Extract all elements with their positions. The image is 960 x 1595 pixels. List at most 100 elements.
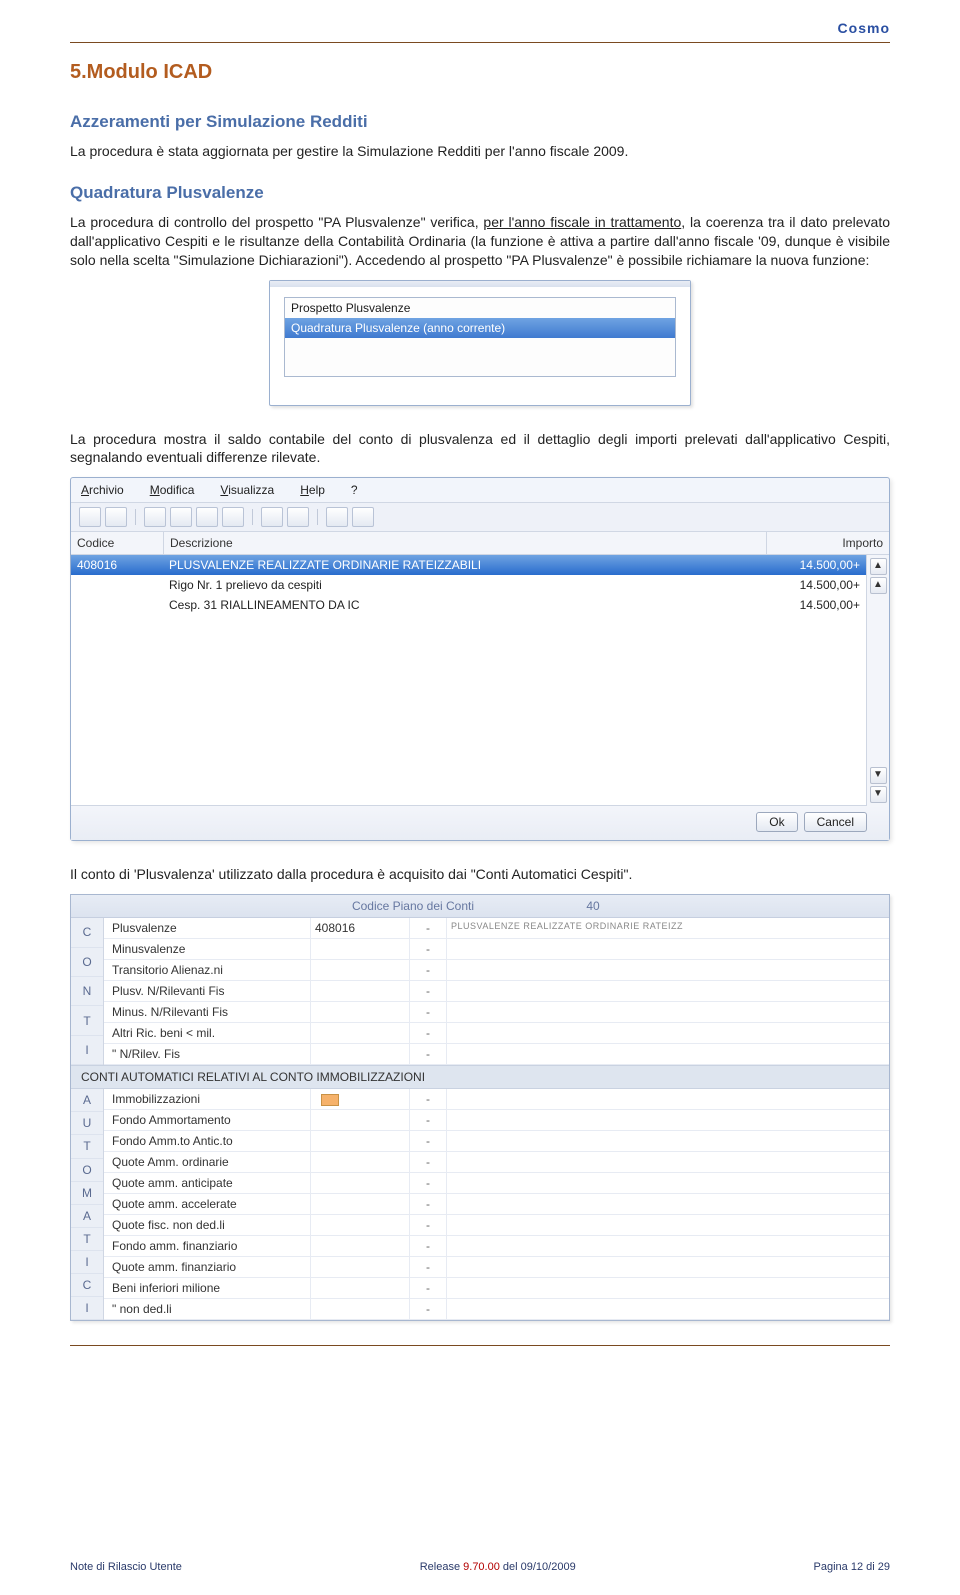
grid-row-selected[interactable]: 408016 PLUSVALENZE REALIZZATE ORDINARIE … [71, 555, 866, 575]
side-letter: T [71, 1006, 103, 1035]
row-name: Quote fisc. non ded.li [104, 1215, 310, 1235]
tb-btn-10[interactable] [352, 507, 374, 527]
row-desc [446, 1236, 889, 1256]
side-letter: O [71, 948, 103, 977]
table-row[interactable]: Fondo amm. finanziario- [104, 1236, 889, 1257]
tb-btn-2[interactable] [105, 507, 127, 527]
table-row[interactable]: Quote amm. accelerate- [104, 1194, 889, 1215]
row-desc [446, 960, 889, 980]
side-letter: N [71, 977, 103, 1006]
table-row[interactable]: Quote fisc. non ded.li- [104, 1215, 889, 1236]
cell-desc: PLUSVALENZE REALIZZATE ORDINARIE RATEIZZ… [163, 555, 768, 575]
hdr-codice[interactable]: Codice [71, 532, 164, 554]
fig1-item-quadratura-selected[interactable]: Quadratura Plusvalenze (anno corrente) [285, 318, 675, 338]
row-code [310, 1089, 409, 1109]
row-code [310, 1131, 409, 1151]
tb-btn-8[interactable] [287, 507, 309, 527]
footer-release-date: del 09/10/2009 [500, 1561, 576, 1573]
tb-btn-7[interactable] [261, 507, 283, 527]
row-dash: - [409, 1173, 446, 1193]
bottom-divider [70, 1345, 890, 1346]
row-code [310, 981, 409, 1001]
cell-desc: Cesp. 31 RIALLINEAMENTO DA IC [163, 595, 768, 615]
fig3-leftcol-automatici: AUTOMATICI [71, 1089, 104, 1320]
row-desc [446, 939, 889, 959]
ok-button[interactable]: Ok [756, 812, 797, 832]
swatch-icon [321, 1094, 339, 1106]
tb-btn-1[interactable] [79, 507, 101, 527]
menu-modifica[interactable]: ModificaModifica [150, 483, 195, 497]
row-code [310, 960, 409, 980]
footer-left: Note di Rilascio Utente [70, 1561, 182, 1573]
subheading-quadratura: Quadratura Plusvalenze [70, 183, 890, 203]
row-desc [446, 1110, 889, 1130]
tb-sep3 [317, 509, 318, 525]
tb-btn-3[interactable] [144, 507, 166, 527]
table-row[interactable]: Quote amm. finanziario- [104, 1257, 889, 1278]
menu-visualizza[interactable]: VisualizzaVisualizza [220, 483, 274, 497]
table-row[interactable]: " non ded.li- [104, 1299, 889, 1320]
body-q-underline: per l'anno fiscale in trattamento [483, 214, 681, 230]
row-code [310, 1278, 409, 1298]
fig1-item-prospetto[interactable]: Prospetto Plusvalenze [285, 298, 675, 318]
menu-archivio[interactable]: AArchiviorchivio [81, 483, 124, 497]
fig3-leftcol-conti: CONTI [71, 918, 104, 1065]
tb-sep2 [252, 509, 253, 525]
tb-btn-9[interactable] [326, 507, 348, 527]
scroll-down-icon[interactable]: ▼ [870, 767, 887, 784]
row-dash: - [409, 981, 446, 1001]
row-name: Quote amm. anticipate [104, 1173, 310, 1193]
scroll-bottom-icon[interactable]: ▼ [870, 786, 887, 803]
hdr-descrizione[interactable]: Descrizione [164, 532, 767, 554]
tb-btn-5[interactable] [196, 507, 218, 527]
fig-grid-window: AArchiviorchivio ModificaModifica Visual… [70, 477, 890, 841]
table-row[interactable]: Plusvalenze408016-PLUSVALENZE REALIZZATE… [104, 918, 889, 939]
row-name: Fondo Ammortamento [104, 1110, 310, 1130]
row-name: Plusvalenze [104, 918, 310, 938]
row-desc [446, 1278, 889, 1298]
side-letter: A [71, 1205, 103, 1228]
row-dash: - [409, 1002, 446, 1022]
side-letter: C [71, 1274, 103, 1297]
table-row[interactable]: Fondo Amm.to Antic.to- [104, 1131, 889, 1152]
table-row[interactable]: Minus. N/Rilevanti Fis- [104, 1002, 889, 1023]
table-row[interactable]: Altri Ric. beni < mil.- [104, 1023, 889, 1044]
row-name: Quote amm. accelerate [104, 1194, 310, 1214]
table-row[interactable]: Transitorio Alienaz.ni- [104, 960, 889, 981]
table-row[interactable]: Minusvalenze- [104, 939, 889, 960]
scroll-up-icon[interactable]: ▲ [870, 577, 887, 594]
grid-row[interactable]: Rigo Nr. 1 prelievo da cespiti 14.500,00… [71, 575, 866, 595]
row-dash: - [409, 1236, 446, 1256]
menu-question[interactable]: ? [351, 483, 358, 497]
hdr-importo[interactable]: Importo [767, 532, 889, 554]
fig3-caption-header: Codice Piano dei Conti 40 [71, 895, 889, 918]
table-row[interactable]: Plusv. N/Rilevanti Fis- [104, 981, 889, 1002]
scroll-top-icon[interactable]: ▲ [870, 558, 887, 575]
row-dash: - [409, 1023, 446, 1043]
table-row[interactable]: Immobilizzazioni- [104, 1089, 889, 1110]
row-code: 408016 [310, 918, 409, 938]
fig1-listbox[interactable]: Prospetto Plusvalenze Quadratura Plusval… [284, 297, 676, 377]
table-row[interactable]: Beni inferiori milione- [104, 1278, 889, 1299]
table-row[interactable]: Quote Amm. ordinarie- [104, 1152, 889, 1173]
row-desc [446, 1002, 889, 1022]
tb-sep [135, 509, 136, 525]
side-letter: O [71, 1159, 103, 1182]
table-row[interactable]: Fondo Ammortamento- [104, 1110, 889, 1131]
page-footer: Note di Rilascio Utente Release 9.70.00 … [70, 1561, 890, 1573]
grid-row[interactable]: Cesp. 31 RIALLINEAMENTO DA IC 14.500,00+ [71, 595, 866, 615]
menu-help[interactable]: HelpHelp [300, 483, 325, 497]
cell-importo: 14.500,00+ [768, 555, 866, 575]
row-desc [446, 981, 889, 1001]
tb-btn-4[interactable] [170, 507, 192, 527]
row-desc [446, 1023, 889, 1043]
table-row[interactable]: " N/Rilev. Fis- [104, 1044, 889, 1065]
row-name: " N/Rilev. Fis [104, 1044, 310, 1064]
table-row[interactable]: Quote amm. anticipate - [104, 1173, 889, 1194]
body-saldo: La procedura mostra il saldo contabile d… [70, 430, 890, 468]
tb-btn-6[interactable] [222, 507, 244, 527]
subheading-azzeramenti: Azzeramenti per Simulazione Redditi [70, 112, 890, 132]
cancel-button[interactable]: Cancel [804, 812, 867, 832]
row-dash: - [409, 960, 446, 980]
fig1-titlebar [270, 281, 690, 287]
